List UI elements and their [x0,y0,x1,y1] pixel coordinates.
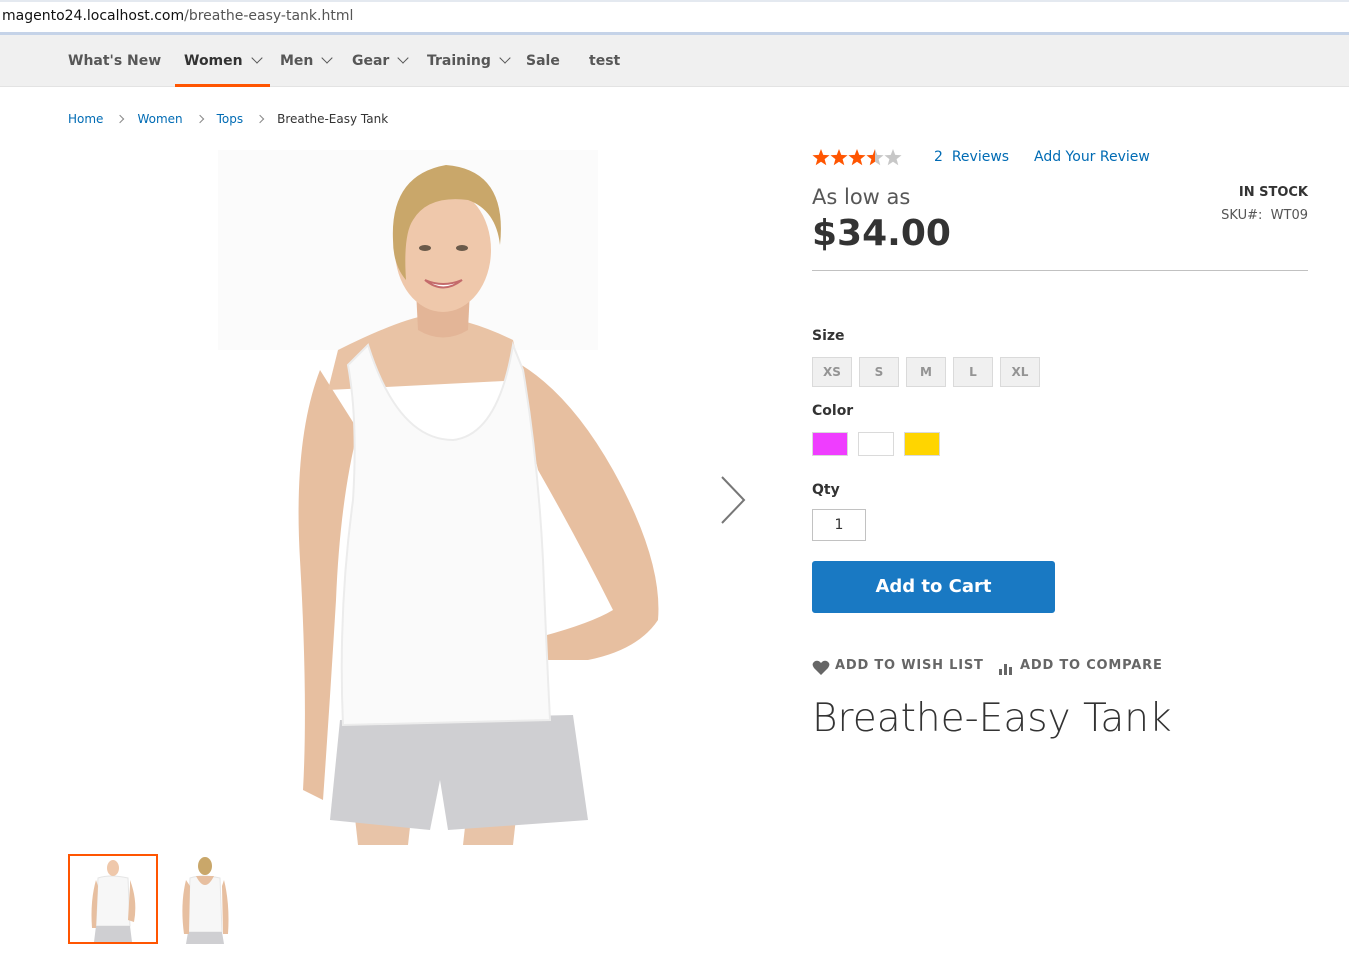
breadcrumb-current: Breathe-Easy Tank [277,112,389,126]
size-swatch-xl[interactable]: XL [1000,357,1040,387]
add-to-wishlist-link[interactable]: ADD TO WISH LIST [812,658,984,675]
size-swatch-m[interactable]: M [906,357,946,387]
add-to-compare-link[interactable]: ADD TO COMPARE [998,658,1163,675]
star-icon [830,149,848,166]
star-icon [848,149,866,166]
breadcrumb-separator-icon [195,114,204,124]
url-text[interactable]: magento24.localhost.com/breathe-easy-tan… [2,8,353,24]
heart-icon [812,660,830,675]
nav-label: Women [184,53,243,69]
nav-item-men[interactable]: Men [280,35,334,87]
product-title: Breathe-Easy Tank [812,696,1172,741]
color-label: Color [812,403,854,419]
color-swatch-white[interactable] [858,432,894,456]
reviews-count-link[interactable]: 2 Reviews [934,149,1009,165]
reviews-count: 2 [934,149,943,165]
compare-chart-icon [999,664,1012,675]
nav-label: Sale [526,53,560,69]
qty-input[interactable] [812,509,866,541]
breadcrumb: Home Women Tops Breathe-Easy Tank [68,112,388,126]
sku-value: WT09 [1270,208,1308,223]
star-icon [866,149,884,166]
star-icon [884,149,902,166]
size-swatch-l[interactable]: L [953,357,993,387]
url-host: magento24.localhost.com [2,8,185,24]
rating-stars-icon [812,149,902,166]
add-to-cart-button[interactable]: Add to Cart [812,561,1055,613]
chevron-down-icon [250,52,263,64]
nav-item-training[interactable]: Training [427,35,511,87]
breadcrumb-women[interactable]: Women [137,112,182,126]
nav-label: Men [280,53,314,69]
nav-item-whats-new[interactable]: What's New [68,35,161,87]
star-icon [812,149,830,166]
gallery-thumbnail-front[interactable] [68,854,158,944]
breadcrumb-tops[interactable]: Tops [217,112,244,126]
color-swatch-yellow[interactable] [904,432,940,456]
nav-item-gear[interactable]: Gear [352,35,410,87]
breadcrumb-separator-icon [255,114,265,124]
reviews-label: Reviews [951,149,1010,165]
qty-label: Qty [812,482,840,498]
product-price: $34.00 [812,213,951,254]
nav-item-sale[interactable]: Sale [526,35,560,87]
nav-label: test [589,53,621,69]
product-main-image[interactable] [68,140,778,850]
main-navigation: What's New Women Men Gear Training Sale … [0,35,1349,87]
nav-item-test[interactable]: test [589,35,620,87]
product-sku: SKU#: WT09 [1221,208,1308,223]
chevron-down-icon [499,52,511,64]
gallery-thumbnail-back[interactable] [162,854,252,944]
thumbnail-image [182,857,229,944]
browser-url-bar[interactable]: magento24.localhost.com/breathe-easy-tan… [0,0,1349,35]
gallery-next-arrow-icon[interactable] [718,475,748,525]
price-prefix: As low as [812,185,911,209]
size-swatch-xs[interactable]: XS [812,357,852,387]
nav-label: Gear [352,53,390,69]
size-swatch-s[interactable]: S [859,357,899,387]
product-gallery [68,140,778,850]
sku-label: SKU#: [1221,208,1263,223]
url-path: /breathe-easy-tank.html [184,8,354,24]
nav-item-women[interactable]: Women [175,35,270,87]
price-divider [812,270,1308,271]
compare-label: ADD TO COMPARE [1020,658,1163,673]
breadcrumb-separator-icon [116,114,125,124]
color-swatch-purple[interactable] [812,432,848,456]
chevron-down-icon [397,52,410,64]
breadcrumb-home[interactable]: Home [68,112,103,126]
stock-status: IN STOCK [1238,185,1308,200]
nav-label: Training [427,53,491,69]
thumbnail-image [91,860,136,942]
add-review-link[interactable]: Add Your Review [1034,149,1150,165]
chevron-down-icon [321,52,334,64]
wishlist-label: ADD TO WISH LIST [835,658,984,673]
size-label: Size [812,328,845,344]
nav-label: What's New [68,53,162,69]
